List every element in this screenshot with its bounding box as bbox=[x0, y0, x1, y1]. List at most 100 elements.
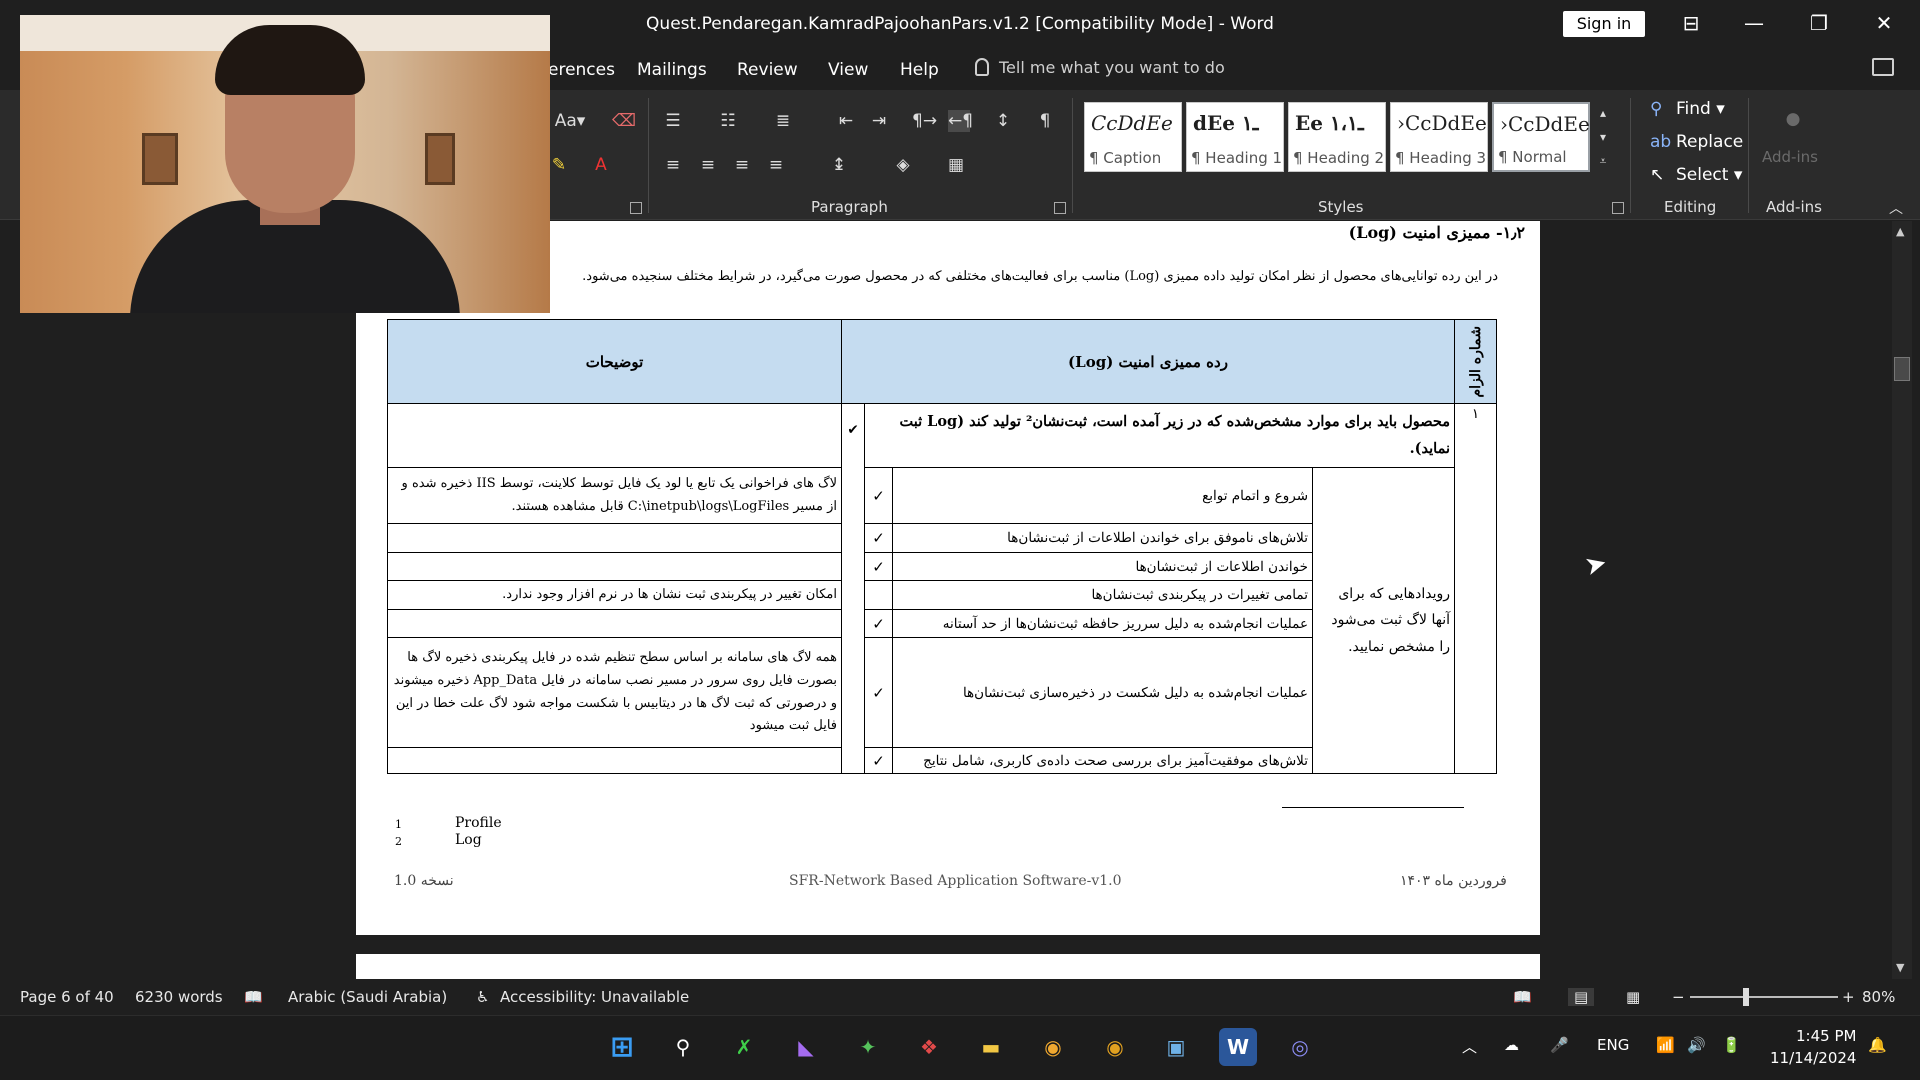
zoom-slider[interactable] bbox=[1690, 996, 1838, 998]
style-heading-2[interactable]: Ee ـ١،١ ¶ Heading 2 bbox=[1288, 102, 1386, 172]
show-hidden-icons-icon[interactable]: ︿ bbox=[1462, 1036, 1477, 1057]
onedrive-icon[interactable]: ☁ bbox=[1504, 1036, 1519, 1054]
app-icon[interactable]: ✦ bbox=[849, 1028, 887, 1066]
line-spacing-icon[interactable]: ↨ bbox=[828, 154, 850, 176]
windows-start-icon[interactable]: ⊞ bbox=[603, 1028, 641, 1066]
next-page[interactable] bbox=[356, 954, 1540, 979]
event-check[interactable]: ✓ bbox=[864, 523, 893, 553]
show-formatting-marks-icon[interactable]: ¶ bbox=[1034, 110, 1056, 132]
paragraph-dialog-launcher-icon[interactable] bbox=[1054, 202, 1066, 214]
numbering-icon[interactable]: ☷ bbox=[717, 110, 739, 132]
styles-scroll-up-icon[interactable]: ▴ bbox=[1592, 102, 1614, 124]
font-color-icon[interactable]: A bbox=[590, 154, 612, 176]
tell-me-search[interactable]: Tell me what you want to do bbox=[975, 58, 1225, 77]
align-left-icon[interactable]: ≡ bbox=[662, 154, 684, 176]
ribbon-display-options-icon[interactable]: ⊟ bbox=[1671, 6, 1711, 40]
remote-desktop-icon[interactable]: ▣ bbox=[1157, 1028, 1195, 1066]
print-layout-icon[interactable]: ▤ bbox=[1568, 988, 1595, 1006]
tab-help[interactable]: Help bbox=[900, 60, 939, 80]
tab-mailings[interactable]: Mailings bbox=[637, 60, 707, 80]
styles-dialog-launcher-icon[interactable] bbox=[1612, 202, 1624, 214]
font-dialog-launcher-icon[interactable] bbox=[630, 202, 642, 214]
clear-formatting-icon[interactable]: ⌫ bbox=[612, 110, 636, 132]
search-icon[interactable]: ⚲ bbox=[664, 1028, 702, 1066]
accessibility-status[interactable]: Accessibility: Unavailable bbox=[500, 988, 689, 1006]
increase-indent-icon[interactable]: ⇥ bbox=[868, 110, 890, 132]
read-mode-icon[interactable]: 📖 bbox=[1513, 988, 1532, 1006]
sort-icon[interactable]: ↕ bbox=[992, 110, 1014, 132]
proofing-icon[interactable]: 📖 bbox=[244, 988, 263, 1006]
collapse-ribbon-icon[interactable]: ︿ bbox=[1885, 198, 1907, 220]
file-explorer-icon[interactable]: ▬ bbox=[972, 1028, 1010, 1066]
styles-more-icon[interactable]: ⩡ bbox=[1592, 150, 1614, 172]
bullets-icon[interactable]: ☰ bbox=[662, 110, 684, 132]
style-name: ¶ Normal bbox=[1498, 148, 1567, 166]
styles-scroll-down-icon[interactable]: ▾ bbox=[1592, 126, 1614, 148]
select-button[interactable]: ↖ Select ▾ bbox=[1650, 165, 1742, 185]
language-indicator[interactable]: Arabic (Saudi Arabia) bbox=[288, 988, 447, 1006]
decrease-indent-icon[interactable]: ⇤ bbox=[835, 110, 857, 132]
style-heading-1[interactable]: dEe ـ١ ¶ Heading 1 bbox=[1186, 102, 1284, 172]
app-icon[interactable]: ❖ bbox=[910, 1028, 948, 1066]
clock[interactable]: 1:45 PM 11/14/2024 bbox=[1770, 1025, 1856, 1069]
chrome-icon[interactable]: ◉ bbox=[1034, 1028, 1072, 1066]
microphone-icon[interactable]: 🎤 bbox=[1550, 1036, 1569, 1054]
replace-button[interactable]: ab Replace bbox=[1650, 132, 1743, 152]
word-count[interactable]: 6230 words bbox=[135, 988, 223, 1006]
document-page[interactable]: ۱٫۲- ممیزی امنیت (Log) در این رده توانای… bbox=[356, 221, 1540, 935]
minimize-button[interactable]: — bbox=[1734, 6, 1774, 40]
text-highlight-icon[interactable]: ✎ bbox=[548, 154, 570, 176]
rtl-direction-icon[interactable]: ←¶ bbox=[948, 110, 973, 132]
zoom-out-icon[interactable]: − bbox=[1672, 988, 1685, 1006]
event-check[interactable]: ✓ bbox=[864, 609, 893, 638]
scroll-down-icon[interactable]: ▼ bbox=[1896, 961, 1904, 974]
zoom-slider-thumb[interactable] bbox=[1743, 988, 1749, 1006]
multilevel-list-icon[interactable]: ≣ bbox=[772, 110, 794, 132]
word-icon[interactable]: W bbox=[1219, 1028, 1257, 1066]
tab-review[interactable]: Review bbox=[737, 60, 798, 80]
ltr-direction-icon[interactable]: ¶→ bbox=[912, 110, 937, 132]
event-check-empty[interactable] bbox=[864, 580, 893, 610]
zoom-level[interactable]: 80% bbox=[1862, 988, 1895, 1006]
tool-app-icon[interactable]: ✗ bbox=[725, 1028, 763, 1066]
shading-icon[interactable]: ◈ bbox=[892, 154, 914, 176]
restore-button[interactable]: ❐ bbox=[1799, 6, 1839, 40]
chrome-profile-icon[interactable]: ◉ bbox=[1096, 1028, 1134, 1066]
comments-icon[interactable] bbox=[1872, 58, 1894, 76]
battery-icon[interactable]: 🔋 bbox=[1722, 1036, 1741, 1054]
scroll-up-icon[interactable]: ▲ bbox=[1896, 225, 1904, 238]
page-count[interactable]: Page 6 of 40 bbox=[20, 988, 114, 1006]
sign-in-button[interactable]: Sign in bbox=[1563, 11, 1645, 37]
vertical-scrollbar[interactable]: ▲ ▼ bbox=[1892, 221, 1912, 979]
web-layout-icon[interactable]: ▦ bbox=[1626, 988, 1640, 1006]
change-case-icon[interactable]: Aa▾ bbox=[550, 110, 590, 132]
add-ins-group-label: Add-ins bbox=[1766, 198, 1822, 216]
tab-view[interactable]: View bbox=[828, 60, 868, 80]
style-normal[interactable]: ›CcDdEe ¶ Normal bbox=[1492, 102, 1590, 172]
wifi-icon[interactable]: 📶 bbox=[1656, 1036, 1675, 1054]
style-name: ¶ Heading 2 bbox=[1293, 149, 1383, 167]
find-button[interactable]: ⚲ Find ▾ bbox=[1650, 99, 1725, 119]
notifications-icon[interactable]: 🔔 bbox=[1868, 1036, 1887, 1054]
style-caption[interactable]: CcDdEe ¶ Caption bbox=[1084, 102, 1182, 172]
event-check[interactable]: ✓ bbox=[864, 747, 893, 774]
volume-icon[interactable]: 🔊 bbox=[1687, 1036, 1706, 1054]
event-check[interactable]: ✓ bbox=[864, 637, 893, 748]
event-check[interactable]: ✓ bbox=[864, 467, 893, 524]
justify-icon[interactable]: ≡ bbox=[765, 154, 787, 176]
style-heading-3[interactable]: ›CcDdEe ¶ Heading 3 bbox=[1390, 102, 1488, 172]
tab-references[interactable]: erences bbox=[548, 60, 615, 80]
camera-app-icon[interactable]: ◎ bbox=[1281, 1028, 1319, 1066]
event-check[interactable]: ✓ bbox=[864, 552, 893, 581]
visual-studio-icon[interactable]: ◣ bbox=[787, 1028, 825, 1066]
scrollbar-thumb[interactable] bbox=[1894, 357, 1910, 381]
footer-document-name: SFR-Network Based Application Software-v… bbox=[789, 873, 1122, 889]
align-center-icon[interactable]: ≡ bbox=[697, 154, 719, 176]
person-hair bbox=[215, 25, 365, 95]
align-right-icon[interactable]: ≡ bbox=[731, 154, 753, 176]
language-indicator[interactable]: ENG bbox=[1597, 1036, 1629, 1054]
main-check-cell: ✔ bbox=[841, 403, 865, 774]
zoom-in-icon[interactable]: + bbox=[1842, 988, 1855, 1006]
close-button[interactable]: ✕ bbox=[1864, 6, 1904, 40]
borders-icon[interactable]: ▦ bbox=[945, 154, 967, 176]
